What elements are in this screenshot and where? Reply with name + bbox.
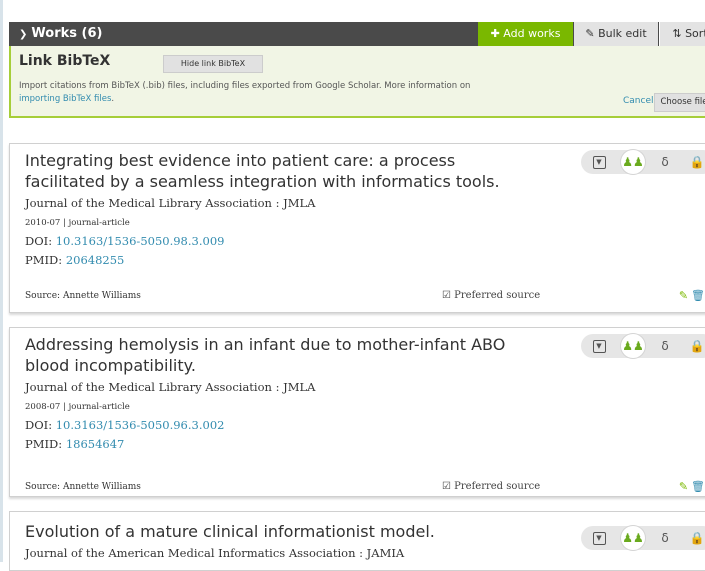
pmid-link[interactable]: 20648255 <box>66 253 125 267</box>
work-journal: Journal of the American Medical Informat… <box>25 546 405 560</box>
bibtex-description: Import citations from BibTeX (.bib) file… <box>19 80 509 106</box>
work-pmid: PMID: 18654647 <box>25 437 124 451</box>
pmid-link[interactable]: 18654647 <box>66 437 125 451</box>
privacy-private-icon[interactable]: 🔒 <box>685 334 705 358</box>
works-header: ❯ Works (6) ✚ Add works ✎ Bulk edit ⇅ Sor… <box>9 22 705 46</box>
works-toggle[interactable]: ❯ Works (6) <box>19 22 102 46</box>
privacy-me-icon[interactable]: ▼ <box>587 334 611 358</box>
privacy-limited-icon[interactable]: δ <box>653 334 677 358</box>
trash-icon[interactable]: 🗑 <box>691 289 705 302</box>
importing-bibtex-link[interactable]: importing BibTeX files <box>19 94 111 104</box>
privacy-limited-icon[interactable]: δ <box>653 526 677 550</box>
preferred-label: Preferred source <box>454 481 541 492</box>
privacy-selector: ▼ ♟♟ δ 🔒 <box>581 150 705 174</box>
work-actions: ✎ 🗑 <box>679 480 705 493</box>
plus-icon: ✚ <box>490 27 500 40</box>
work-pmid: PMID: 20648255 <box>25 253 124 267</box>
bibtex-desc-text: Import citations from BibTeX (.bib) file… <box>19 81 471 91</box>
privacy-trusted-icon[interactable]: ♟♟ <box>621 150 645 174</box>
work-doi: DOI: 10.3163/1536-5050.96.3.002 <box>25 418 224 432</box>
pencil-icon[interactable]: ✎ <box>679 480 688 493</box>
work-item: Evolution of a mature clinical informati… <box>9 511 705 571</box>
pmid-label: PMID: <box>25 253 63 267</box>
doi-link[interactable]: 10.3163/1536-5050.96.3.002 <box>56 418 225 432</box>
page-left-border <box>0 0 3 562</box>
hide-bibtex-button[interactable]: Hide link BibTeX <box>163 55 263 73</box>
pencil-icon: ✎ <box>585 27 595 40</box>
doi-link[interactable]: 10.3163/1536-5050.98.3.009 <box>56 234 225 248</box>
work-source: Source: Annette Williams <box>25 482 141 492</box>
checkbox-icon: ☑ <box>442 481 451 492</box>
preferred-source[interactable]: ☑ Preferred source <box>442 481 540 492</box>
cancel-button[interactable]: Cancel <box>623 96 654 106</box>
privacy-me-icon[interactable]: ▼ <box>587 150 611 174</box>
privacy-selector: ▼ ♟♟ δ 🔒 <box>581 334 705 358</box>
checkbox-icon: ☑ <box>442 290 451 301</box>
privacy-trusted-icon[interactable]: ♟♟ <box>621 334 645 358</box>
privacy-private-icon[interactable]: 🔒 <box>685 526 705 550</box>
work-journal: Journal of the Medical Library Associati… <box>25 196 316 210</box>
sort-label: Sort <box>685 27 705 40</box>
work-title: Addressing hemolysis in an infant due to… <box>25 335 506 375</box>
work-title: Integrating best evidence into patient c… <box>25 151 500 191</box>
add-works-label: Add works <box>503 27 561 40</box>
preferred-source[interactable]: ☑ Preferred source <box>442 290 540 301</box>
chevron-down-icon: ❯ <box>19 29 28 40</box>
choose-file-button[interactable]: Choose file <box>654 93 705 112</box>
link-bibtex-panel: Link BibTeX Hide link BibTeX Import cita… <box>9 46 705 118</box>
bulk-edit-label: Bulk edit <box>598 27 647 40</box>
bulk-edit-button[interactable]: ✎ Bulk edit <box>574 22 658 46</box>
doi-label: DOI: <box>25 234 53 248</box>
sort-icon: ⇅ <box>672 27 682 40</box>
pencil-icon[interactable]: ✎ <box>679 289 688 302</box>
preferred-label: Preferred source <box>454 290 541 301</box>
work-date-type: 2010-07 | journal-article <box>25 218 130 228</box>
privacy-me-icon[interactable]: ▼ <box>587 526 611 550</box>
doi-label: DOI: <box>25 418 53 432</box>
sort-button[interactable]: ⇅ Sort <box>659 22 705 46</box>
work-actions: ✎ 🗑 <box>679 289 705 302</box>
privacy-limited-icon[interactable]: δ <box>653 150 677 174</box>
work-title: Evolution of a mature clinical informati… <box>25 522 435 541</box>
works-title: Works (6) <box>31 26 103 41</box>
privacy-selector: ▼ ♟♟ δ 🔒 <box>581 526 705 550</box>
work-doi: DOI: 10.3163/1536-5050.98.3.009 <box>25 234 224 248</box>
work-date-type: 2008-07 | journal-article <box>25 402 130 412</box>
privacy-private-icon[interactable]: 🔒 <box>685 150 705 174</box>
add-works-button[interactable]: ✚ Add works <box>478 22 573 46</box>
work-item: Integrating best evidence into patient c… <box>9 143 705 313</box>
bibtex-title: Link BibTeX <box>19 53 111 69</box>
privacy-trusted-icon[interactable]: ♟♟ <box>621 526 645 550</box>
work-journal: Journal of the Medical Library Associati… <box>25 380 316 394</box>
pmid-label: PMID: <box>25 437 63 451</box>
work-item: Addressing hemolysis in an infant due to… <box>9 327 705 497</box>
bibtex-desc-suffix: . <box>111 94 115 104</box>
trash-icon[interactable]: 🗑 <box>691 480 705 493</box>
work-source: Source: Annette Williams <box>25 291 141 301</box>
